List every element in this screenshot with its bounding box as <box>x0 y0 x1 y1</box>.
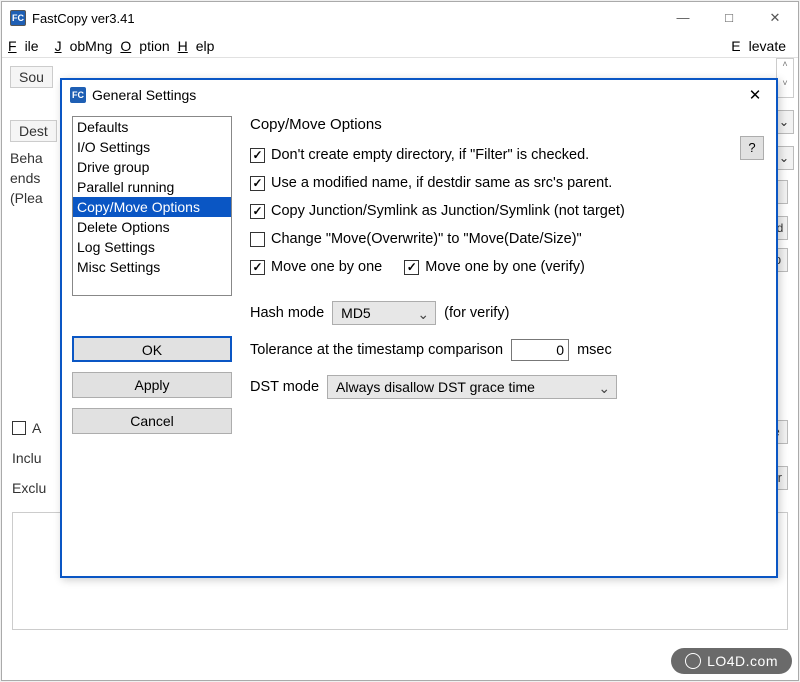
list-item-log[interactable]: Log Settings <box>73 237 231 257</box>
dialog-icon: FC <box>70 87 86 103</box>
hash-mode-label: Hash mode <box>250 305 324 321</box>
tolerance-suffix: msec <box>577 342 612 358</box>
tolerance-input[interactable]: 0 <box>511 339 569 361</box>
list-item-misc[interactable]: Misc Settings <box>73 257 231 277</box>
settings-category-list[interactable]: Defaults I/O Settings Drive group Parall… <box>72 116 232 296</box>
titlebar: FC FastCopy ver3.41 — □ ✕ <box>2 2 798 34</box>
menu-help[interactable]: Help <box>178 38 215 54</box>
cb-modified-name-label: Use a modified name, if destdir same as … <box>271 175 612 191</box>
cb-move-one[interactable] <box>250 260 265 275</box>
menu-option[interactable]: Option <box>120 38 169 54</box>
exclude-label-ghost: Exclu <box>12 480 46 496</box>
minimize-button[interactable]: — <box>660 3 706 33</box>
acl-checkbox[interactable] <box>12 421 26 435</box>
cb-change-move-label: Change "Move(Overwrite)" to "Move(Date/S… <box>271 231 582 247</box>
include-label-ghost: Inclu <box>12 450 42 466</box>
cb-change-move[interactable] <box>250 232 265 247</box>
tolerance-label: Tolerance at the timestamp comparison <box>250 342 503 358</box>
menu-jobmng[interactable]: JobMng <box>55 38 113 54</box>
list-item-io[interactable]: I/O Settings <box>73 137 231 157</box>
panel-help-button[interactable]: ? <box>740 136 764 160</box>
apply-button[interactable]: Apply <box>72 372 232 398</box>
cb-move-one-verify-label: Move one by one (verify) <box>425 259 585 275</box>
watermark: LO4D.com <box>671 648 792 674</box>
maximize-button[interactable]: □ <box>706 3 752 33</box>
close-button[interactable]: ✕ <box>752 3 798 33</box>
dialog-titlebar: FC General Settings ✕ <box>62 80 776 110</box>
globe-icon <box>685 653 701 669</box>
window-title: FastCopy ver3.41 <box>32 11 135 26</box>
cb-copy-symlink[interactable] <box>250 204 265 219</box>
menubar: File JobMng Option Help Elevate <box>2 34 798 58</box>
dst-mode-select[interactable]: Always disallow DST grace time <box>327 375 617 399</box>
list-item-delete[interactable]: Delete Options <box>73 217 231 237</box>
app-icon: FC <box>10 10 26 26</box>
panel-heading: Copy/Move Options <box>250 116 766 133</box>
cb-modified-name[interactable] <box>250 176 265 191</box>
cb-move-one-verify[interactable] <box>404 260 419 275</box>
hash-mode-suffix: (for verify) <box>444 305 509 321</box>
source-scroll[interactable]: ˄ ˅ <box>776 58 794 98</box>
list-item-parallel[interactable]: Parallel running <box>73 177 231 197</box>
cb-copy-symlink-label: Copy Junction/Symlink as Junction/Symlin… <box>271 203 625 219</box>
acl-label-ghost: A <box>32 420 41 436</box>
dialog-title: General Settings <box>92 87 196 103</box>
menu-elevate[interactable]: Elevate <box>731 38 786 54</box>
cb-move-one-label: Move one by one <box>271 259 382 275</box>
settings-dialog: FC General Settings ✕ Defaults I/O Setti… <box>60 78 778 578</box>
ok-button[interactable]: OK <box>72 336 232 362</box>
dest-button[interactable]: Dest <box>10 120 57 142</box>
menu-file[interactable]: File <box>8 38 47 54</box>
watermark-text: LO4D.com <box>707 653 778 669</box>
dialog-close-button[interactable]: ✕ <box>740 86 770 104</box>
cb-no-empty-dir-label: Don't create empty directory, if "Filter… <box>271 147 589 163</box>
cancel-button[interactable]: Cancel <box>72 408 232 434</box>
list-item-defaults[interactable]: Defaults <box>73 117 231 137</box>
list-item-drive-group[interactable]: Drive group <box>73 157 231 177</box>
cb-no-empty-dir[interactable] <box>250 148 265 163</box>
source-button[interactable]: Sou <box>10 66 53 88</box>
dst-mode-label: DST mode <box>250 379 319 395</box>
list-item-copy-move[interactable]: Copy/Move Options <box>73 197 231 217</box>
hash-mode-select[interactable]: MD5 <box>332 301 436 325</box>
